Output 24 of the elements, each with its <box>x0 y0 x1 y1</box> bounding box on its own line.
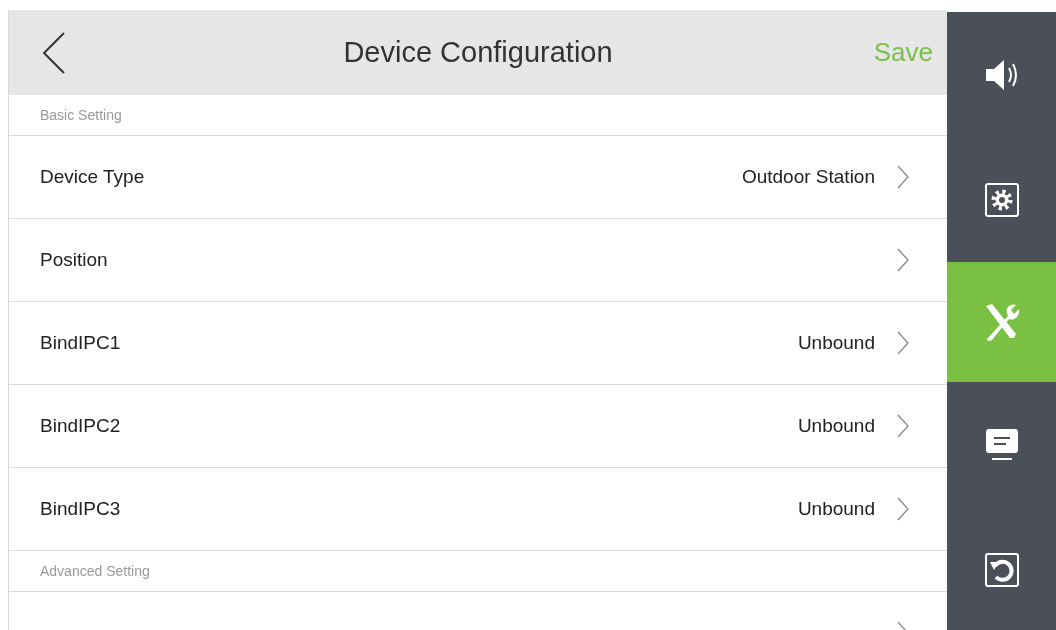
row-label: Position <box>40 249 108 271</box>
settings-row[interactable]: Device Type Outdoor Station <box>9 136 947 219</box>
chevron-icon <box>897 497 909 521</box>
settings-row[interactable]: BindIPC3 Unbound <box>9 468 947 551</box>
row-label: Device Type <box>40 166 145 188</box>
settings-row[interactable]: BindIPC1 Unbound <box>9 302 947 385</box>
row-label: BindIPC1 <box>40 332 121 354</box>
chevron-icon <box>897 331 909 355</box>
back-icon <box>42 30 66 75</box>
section-title: Advanced Setting <box>40 563 150 579</box>
back-button[interactable] <box>42 30 66 75</box>
chevron-icon <box>897 165 909 189</box>
row-label: BindIPC3 <box>40 498 121 520</box>
row-value: Unbound <box>797 415 875 437</box>
settings-row[interactable]: BindIPC2 Unbound <box>9 385 947 468</box>
row-value: Unbound <box>797 332 875 354</box>
row-value: Unbound <box>797 498 875 520</box>
page-title: Device Configuration <box>343 36 613 69</box>
row-value: Outdoor Station <box>741 166 875 188</box>
settings-row[interactable]: Position <box>9 219 947 302</box>
chevron-icon <box>897 414 909 438</box>
row-label: BindIPC2 <box>40 415 121 437</box>
chevron-icon <box>897 248 909 272</box>
section-title: Basic Setting <box>40 107 122 123</box>
